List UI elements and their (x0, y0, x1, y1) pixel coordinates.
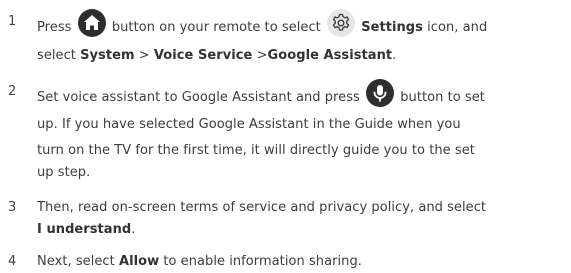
step-text: Next, select Allow to enable information… (37, 251, 565, 273)
step-1-line-2: select System > Voice Service >Google As… (37, 45, 565, 67)
separator: > (138, 48, 150, 63)
text-fragment: icon, and (427, 20, 488, 35)
text-fragment: Set voice assistant to Google Assistant … (37, 90, 360, 105)
step-number: 1 (8, 14, 17, 29)
text-fragment: Next, select (37, 254, 115, 269)
google-assistant-label: Google Assistant (267, 48, 393, 63)
system-label: System (80, 48, 135, 63)
microphone-icon (366, 79, 395, 115)
step-text: Press button on your remote to select Se… (37, 9, 565, 67)
step-3-line-1: Then, read on-screen terms of service an… (37, 200, 487, 215)
home-icon (77, 9, 106, 45)
settings-label: Settings (361, 20, 423, 35)
gear-icon (327, 9, 355, 45)
text-fragment: to enable information sharing. (163, 254, 362, 269)
step-2-line-3: turn on the TV for the first time, it wi… (37, 143, 475, 158)
step-number: 2 (8, 84, 17, 99)
step-number: 4 (8, 254, 17, 269)
separator: > (256, 48, 268, 63)
instruction-steps: 1 Press button on your remote to select (0, 0, 571, 273)
step-2-line-4: up step. (37, 165, 91, 180)
text-fragment: button on your remote to select (111, 20, 321, 35)
i-understand-label: I understand (37, 222, 132, 237)
text-fragment: . (131, 222, 136, 237)
step-2-line-2: up. If you have selected Google Assistan… (37, 117, 461, 132)
allow-label: Allow (118, 254, 160, 269)
step-number: 3 (8, 200, 17, 215)
step-text: Then, read on-screen terms of service an… (37, 197, 565, 241)
text-fragment: . (392, 48, 397, 63)
text-fragment: button to set (400, 90, 485, 105)
text-fragment: Press (37, 20, 72, 35)
step-1-line-1: Press button on your remote to select Se… (37, 9, 565, 45)
step-text: Set voice assistant to Google Assistant … (37, 79, 565, 184)
voice-service-label: Voice Service (153, 48, 253, 63)
text-fragment: select (37, 48, 76, 63)
step-2-line-1: Set voice assistant to Google Assistant … (37, 79, 565, 115)
step-4-line-1: Next, select Allow to enable information… (37, 251, 565, 273)
step-3-line-2: I understand. (37, 219, 565, 241)
